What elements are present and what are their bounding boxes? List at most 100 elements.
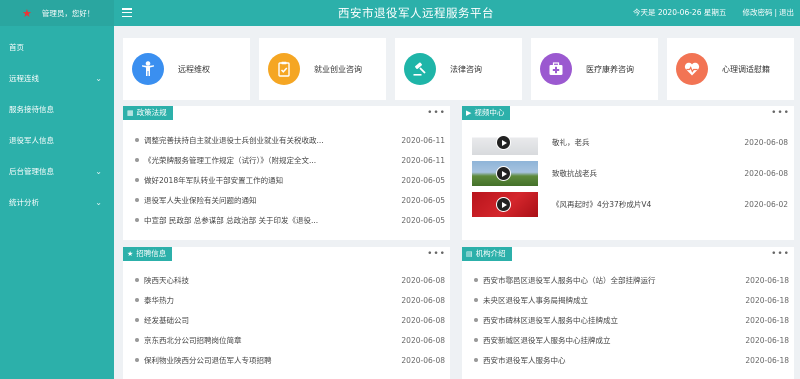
video-date: 2020-06-08	[744, 138, 788, 147]
service-card-rights[interactable]: 远程维权	[123, 38, 250, 100]
service-card-employment[interactable]: 就业创业咨询	[259, 38, 386, 100]
item-title: 西安市退役军人服务中心	[474, 355, 566, 366]
service-card-medical[interactable]: 医疗康养咨询	[531, 38, 658, 100]
item-date: 2020-06-11	[401, 155, 445, 165]
list-item[interactable]: 退役军人失业保险有关问题的通知 2020-06-05	[123, 190, 450, 210]
item-date: 2020-06-08	[401, 335, 445, 345]
list-item[interactable]: 保利物业陕西分公司退伍军人专项招聘 2020-06-08	[123, 350, 450, 370]
item-date: 2020-06-18	[745, 335, 789, 345]
panel-tag: ★ 招聘信息	[123, 247, 173, 261]
video-item[interactable]: 致敬抗战老兵 2020-06-08	[462, 158, 794, 189]
item-date: 2020-06-08	[401, 295, 445, 305]
list-item[interactable]: 京东西北分公司招聘岗位简章 2020-06-08	[123, 330, 450, 350]
video-date: 2020-06-02	[744, 200, 788, 209]
video-title: 敬礼，老兵	[552, 138, 590, 147]
person-icon	[132, 53, 164, 85]
list-item[interactable]: 未央区退役军人事务局揭牌成立 2020-06-18	[462, 290, 794, 310]
org-list: 西安市鄠邑区退役军人服务中心（站）全部挂牌运行 2020-06-18 未央区退役军…	[462, 270, 794, 370]
list-item[interactable]: 中宣部 民政部 总参谋部 总政治部 关于印发《退役... 2020-06-05	[123, 210, 450, 230]
item-date: 2020-06-11	[401, 135, 445, 145]
video-item[interactable]: 敬礼，老兵 2020-06-08	[462, 127, 794, 158]
service-label: 就业创业咨询	[314, 64, 362, 74]
sidebar-item-label: 服务接待信息	[9, 105, 54, 114]
panel-header: ▦ 政策法规 •••	[123, 106, 450, 120]
item-title: 未央区退役军人事务局揭牌成立	[474, 295, 588, 306]
list-item[interactable]: 经发基础公司 2020-06-08	[123, 310, 450, 330]
item-title: 做好2018年军队转业干部安置工作的通知	[135, 175, 283, 186]
play-icon	[496, 135, 511, 150]
page-title: 西安市退役军人远程服务平台	[338, 6, 494, 20]
service-label: 医疗康养咨询	[586, 64, 634, 74]
more-icon[interactable]: •••	[771, 109, 794, 118]
jobs-panel: ★ 招聘信息 ••• 陕西天心科技 2020-06-08 泰华热力 2020-06-0…	[123, 247, 450, 379]
list-item[interactable]: 《光荣牌服务管理工作规定（试行）》（附规定全文... 2020-06-11	[123, 150, 450, 170]
sidebar-item-home[interactable]: 首页	[0, 32, 114, 63]
panel-header: ▤ 机构介绍 •••	[462, 247, 794, 261]
star-icon: ★	[127, 250, 134, 258]
greeting-text: 管理员，您好！	[41, 8, 95, 18]
user-greeting: ★ 管理员，您好！	[0, 0, 114, 26]
logout-link[interactable]: 退出	[779, 8, 794, 17]
video-thumbnail	[472, 130, 538, 155]
video-list: 敬礼，老兵 2020-06-08 致敬抗战老兵 2020-06-08 《风再起时…	[462, 127, 794, 220]
service-card-legal[interactable]: 法律咨询	[395, 38, 522, 100]
video-title: 致敬抗战老兵	[552, 169, 597, 178]
list-item[interactable]: 泰华热力 2020-06-08	[123, 290, 450, 310]
list-item[interactable]: 调整完善扶持自主就业退役士兵创业就业有关税收政... 2020-06-11	[123, 130, 450, 150]
item-date: 2020-06-05	[401, 195, 445, 205]
service-label: 心理调适慰籍	[722, 64, 770, 74]
item-title: 调整完善扶持自主就业退役士兵创业就业有关税收政...	[135, 135, 324, 146]
item-title: 西安新城区退役军人服务中心挂牌成立	[474, 335, 611, 346]
video-item[interactable]: 《风再起时》4分37秒成片V4 2020-06-02	[462, 189, 794, 220]
list-item[interactable]: 西安市鄠邑区退役军人服务中心（站）全部挂牌运行 2020-06-18	[462, 270, 794, 290]
sidebar-item-veteran-info[interactable]: 退役军人信息	[0, 125, 114, 156]
item-title: 西安市碑林区退役军人服务中心挂牌成立	[474, 315, 618, 326]
more-icon[interactable]: •••	[427, 250, 450, 259]
sidebar-item-remote-connection[interactable]: 远程连线 ⌄	[0, 63, 114, 94]
list-item[interactable]: 陕西天心科技 2020-06-08	[123, 270, 450, 290]
item-date: 2020-06-05	[401, 215, 445, 225]
panel-header: ▶ 视频中心 •••	[462, 106, 794, 120]
video-thumbnail	[472, 161, 538, 186]
more-icon[interactable]: •••	[771, 250, 794, 259]
video-thumbnail	[472, 192, 538, 217]
panel-title: 招聘信息	[136, 249, 167, 258]
more-icon[interactable]: •••	[427, 109, 450, 118]
item-title: 京东西北分公司招聘岗位简章	[135, 335, 242, 346]
panel-header: ★ 招聘信息 •••	[123, 247, 450, 261]
service-card-psychology[interactable]: 心理调适慰籍	[667, 38, 794, 100]
current-date: 今天是 2020-06-26 星期五	[633, 8, 727, 17]
policy-list: 调整完善扶持自主就业退役士兵创业就业有关税收政... 2020-06-11 《光荣…	[123, 130, 450, 230]
item-date: 2020-06-18	[745, 295, 789, 305]
sidebar-item-label: 退役军人信息	[9, 136, 54, 145]
item-title: 陕西天心科技	[135, 275, 189, 286]
item-date: 2020-06-18	[745, 275, 789, 285]
item-date: 2020-06-18	[745, 355, 789, 365]
sidebar-item-statistics[interactable]: 统计分析 ⌄	[0, 187, 114, 218]
menu-toggle-icon[interactable]	[122, 8, 132, 17]
sidebar: ★ 管理员，您好！ 首页 远程连线 ⌄ 服务接待信息 退役军人信息 后台管理信息…	[0, 0, 114, 379]
panel-title: 视频中心	[474, 108, 505, 117]
sidebar-item-reception-info[interactable]: 服务接待信息	[0, 94, 114, 125]
item-date: 2020-06-05	[401, 175, 445, 185]
chevron-down-icon: ⌄	[95, 198, 102, 207]
list-item[interactable]: 西安市退役军人服务中心 2020-06-18	[462, 350, 794, 370]
item-title: 中宣部 民政部 总参谋部 总政治部 关于印发《退役...	[135, 215, 318, 226]
sidebar-item-label: 远程连线	[9, 74, 39, 83]
play-icon	[496, 197, 511, 212]
org-panel: ▤ 机构介绍 ••• 西安市鄠邑区退役军人服务中心（站）全部挂牌运行 2020-06…	[462, 247, 794, 379]
panel-title: 机构介绍	[475, 249, 506, 258]
grid-icon: ▦	[127, 109, 134, 117]
clipboard-icon	[268, 53, 300, 85]
list-item[interactable]: 西安市碑林区退役军人服务中心挂牌成立 2020-06-18	[462, 310, 794, 330]
sidebar-item-admin-info[interactable]: 后台管理信息 ⌄	[0, 156, 114, 187]
list-item[interactable]: 做好2018年军队转业干部安置工作的通知 2020-06-05	[123, 170, 450, 190]
list-item[interactable]: 西安新城区退役军人服务中心挂牌成立 2020-06-18	[462, 330, 794, 350]
sidebar-menu: 首页 远程连线 ⌄ 服务接待信息 退役军人信息 后台管理信息 ⌄ 统计分析 ⌄	[0, 32, 114, 218]
sidebar-item-label: 统计分析	[9, 198, 39, 207]
document-icon: ▤	[466, 250, 473, 258]
video-title: 《风再起时》4分37秒成片V4	[552, 200, 652, 209]
change-password-link[interactable]: 修改密码	[742, 8, 772, 17]
top-bar: 西安市退役军人远程服务平台 今天是 2020-06-26 星期五 修改密码 | 退出	[114, 0, 800, 26]
video-panel: ▶ 视频中心 ••• 敬礼，老兵 2020-06-08 致敬抗战老兵 2020-0…	[462, 106, 794, 240]
